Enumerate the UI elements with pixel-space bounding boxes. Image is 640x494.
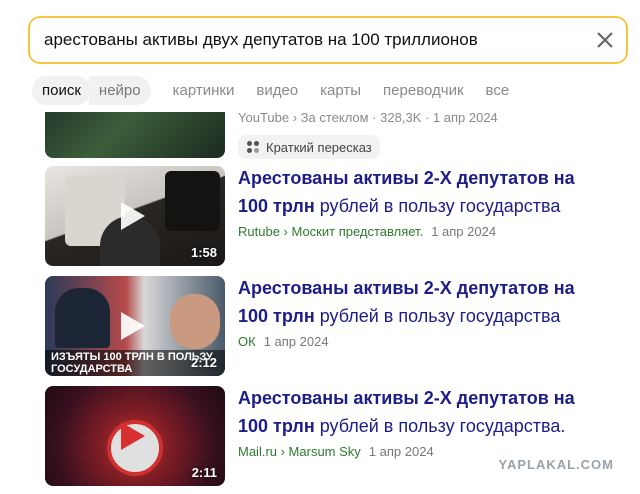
video-duration: 2:12	[190, 355, 217, 370]
search-input[interactable]	[44, 27, 584, 53]
result-meta: ОК 1 апр 2024	[238, 334, 329, 349]
tab-translator[interactable]: переводчик	[373, 76, 473, 105]
play-icon	[121, 312, 145, 340]
title-text: 100 трлн	[238, 416, 315, 436]
result-title-link[interactable]: Арестованы активы 2-Х депутатов на 100 т…	[238, 164, 608, 220]
summary-button[interactable]: Краткий пересказ	[238, 135, 380, 159]
result-meta: YouTube › За стеклом · 328,3K · 1 апр 20…	[238, 110, 498, 125]
tab-video[interactable]: видео	[246, 76, 308, 105]
tab-images[interactable]: картинки	[163, 76, 245, 105]
thumbnail-scene	[165, 171, 220, 231]
title-text: Арестованы активы 2-Х депутатов на	[238, 168, 575, 188]
video-duration: 2:11	[191, 465, 217, 480]
title-text: рублей в пользу государства	[314, 196, 561, 216]
video-thumbnail[interactable]: ИЗЪЯТЫ 100 ТРЛН В ПОЛЬЗУ ГОСУДАРСТВА 2:1…	[45, 276, 225, 376]
title-text: 100 трлн	[238, 306, 315, 326]
tab-neuro[interactable]: нейро	[88, 75, 151, 105]
result-meta: Mail.ru › Marsum Sky 1 апр 2024	[238, 444, 434, 459]
play-icon	[121, 422, 145, 450]
video-thumbnail[interactable]: 1:58	[45, 166, 225, 266]
result-date: 1 апр 2024	[368, 444, 434, 459]
watermark: YAPLAKAL.COM	[498, 457, 614, 472]
title-text: рублей в пользу государства.	[314, 416, 566, 436]
result-title-link[interactable]: Арестованы активы 2-Х депутатов на 100 т…	[238, 384, 608, 440]
title-text: Арестованы активы 2-Х депутатов на	[238, 388, 575, 408]
play-icon	[121, 202, 145, 230]
summary-label: Краткий пересказ	[266, 139, 372, 155]
result-source-link[interactable]: ОК	[238, 334, 256, 349]
tab-all[interactable]: все	[476, 76, 520, 105]
title-text: 100 трлн	[238, 196, 315, 216]
result-title-link[interactable]: Арестованы активы 2-Х депутатов на 100 т…	[238, 274, 608, 330]
video-thumbnail[interactable]: 2:11	[45, 386, 225, 486]
video-result: 1:58 Арестованы активы 2-Х депутатов на …	[45, 166, 605, 266]
search-box	[28, 16, 628, 64]
title-text: Арестованы активы 2-Х депутатов на	[238, 278, 575, 298]
title-text: рублей в пользу государства	[314, 306, 561, 326]
video-result: ИЗЪЯТЫ 100 ТРЛН В ПОЛЬЗУ ГОСУДАРСТВА 2:1…	[45, 276, 605, 376]
tab-maps[interactable]: карты	[310, 76, 371, 105]
video-duration: 1:58	[190, 245, 217, 260]
thumbnail-scene	[55, 288, 110, 348]
tab-search[interactable]: поиск	[32, 75, 91, 105]
result-meta: Rutube › Москит представляет. 1 апр 2024	[238, 224, 496, 239]
summary-icon	[247, 141, 259, 153]
close-icon[interactable]	[594, 29, 616, 51]
video-thumbnail[interactable]	[45, 112, 225, 158]
result-source-link[interactable]: Rutube › Москит представляет.	[238, 224, 423, 239]
thumbnail-scene	[170, 294, 220, 349]
search-tabs: поиск нейро картинки видео карты перевод…	[32, 74, 521, 106]
result-source-link[interactable]: Mail.ru › Marsum Sky	[238, 444, 361, 459]
result-date: 1 апр 2024	[431, 224, 497, 239]
result-date: 1 апр 2024	[263, 334, 329, 349]
